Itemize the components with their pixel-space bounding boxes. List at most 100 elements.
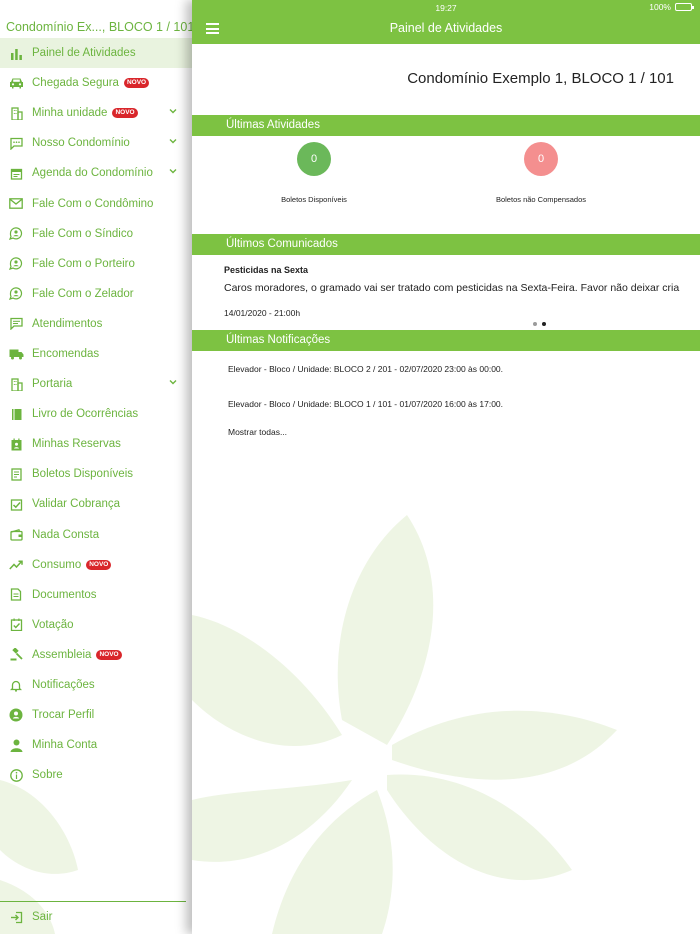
navigation-drawer: Condomínio Ex..., BLOCO 1 / 101 Painel d… xyxy=(0,0,192,934)
document-icon xyxy=(8,587,24,603)
menu-item-nada-consta[interactable]: Nada Consta xyxy=(0,520,192,550)
menu-item-label: Validar Cobrança xyxy=(32,498,121,511)
wallet-icon xyxy=(8,527,24,543)
battery-percent: 100% xyxy=(649,2,671,12)
status-time: 19:27 xyxy=(435,3,457,13)
stat-label: Boletos não Compensados xyxy=(495,195,587,204)
menu-item-label: Assembleia xyxy=(32,648,92,661)
menu-item-label: Portaria xyxy=(32,378,73,391)
menu-item-label: Fale Com o Condômino xyxy=(32,197,154,210)
section-header-activities: Últimas Atividades xyxy=(192,115,700,136)
menu-item-label: Nada Consta xyxy=(32,528,100,541)
main-panel: 19:27 100% Painel de Atividades Condomín… xyxy=(192,0,700,934)
menu-item-fale-com-o-condomino[interactable]: Fale Com o Condômino xyxy=(0,188,192,218)
menu-item-label: Chegada Segura xyxy=(32,77,119,90)
menu-item-minhas-reservas[interactable]: Minhas Reservas xyxy=(0,429,192,459)
chart-bars-icon xyxy=(8,45,24,61)
chevron-down-icon[interactable] xyxy=(168,377,178,387)
menu-item-label: Notificações xyxy=(32,679,95,692)
menu-item-minha-conta[interactable]: Minha Conta xyxy=(0,730,192,760)
stat-value-circle: 0 xyxy=(524,142,558,176)
flower-watermark xyxy=(192,515,617,934)
page-dot[interactable] xyxy=(533,322,537,326)
new-badge: NOVO xyxy=(123,78,150,89)
chevron-down-icon[interactable] xyxy=(168,106,178,116)
info-icon xyxy=(8,767,24,783)
menu-item-assembleia[interactable]: Assembleia NOVO xyxy=(0,640,192,670)
stat-boletos-disponiveis[interactable]: 0 Boletos Disponíveis xyxy=(244,142,384,204)
menu-item-votacao[interactable]: Votação xyxy=(0,610,192,640)
calendar-person-icon xyxy=(8,436,24,452)
notice-title: Pesticidas na Sexta xyxy=(224,265,309,275)
menu-item-validar-cobranca[interactable]: Validar Cobrança xyxy=(0,489,192,519)
menu-item-atendimentos[interactable]: Atendimentos xyxy=(0,309,192,339)
menu-item-portaria[interactable]: Portaria xyxy=(0,369,192,399)
menu-item-sobre[interactable]: Sobre xyxy=(0,760,192,790)
menu-item-documentos[interactable]: Documentos xyxy=(0,580,192,610)
stat-boletos-nao-compensados[interactable]: 0 Boletos não Compensados xyxy=(471,142,611,204)
menu-item-fale-com-o-sindico[interactable]: Fale Com o Síndico xyxy=(0,219,192,249)
truck-icon xyxy=(8,346,24,362)
menu-item-painel-de-atividades[interactable]: Painel de Atividades xyxy=(0,38,192,69)
stat-value-circle: 0 xyxy=(297,142,331,176)
menu-item-label: Trocar Perfil xyxy=(32,709,95,722)
logout-button[interactable]: Sair xyxy=(8,907,52,927)
chevron-down-icon[interactable] xyxy=(168,166,178,176)
menu-item-label: Sobre xyxy=(32,769,63,782)
menu-item-label: Boletos Disponíveis xyxy=(32,468,133,481)
list-bubble-icon xyxy=(8,316,24,332)
menu-item-notificacoes[interactable]: Notificações xyxy=(0,670,192,700)
bell-icon xyxy=(8,677,24,693)
book-icon xyxy=(8,406,24,422)
top-app-bar: 19:27 100% Painel de Atividades xyxy=(192,0,700,44)
page-indicator[interactable] xyxy=(533,322,551,326)
notice-body: Caros moradores, o gramado vai ser trata… xyxy=(224,282,680,294)
menu-item-chegada-segura[interactable]: Chegada Segura NOVO xyxy=(0,68,192,98)
page-title: Painel de Atividades xyxy=(389,21,503,35)
menu-item-boletos-disponiveis[interactable]: Boletos Disponíveis xyxy=(0,459,192,489)
person-talk-icon xyxy=(8,286,24,302)
profile-switch-icon xyxy=(8,707,24,723)
menu-item-agenda-do-condominio[interactable]: Agenda do Condomínio xyxy=(0,158,192,188)
divider xyxy=(0,901,186,902)
gavel-icon xyxy=(8,647,24,663)
menu-item-label: Fale Com o Síndico xyxy=(32,227,133,240)
new-badge: NOVO xyxy=(112,108,138,119)
notification-item[interactable]: Elevador - Bloco / Unidade: BLOCO 1 / 10… xyxy=(228,399,503,409)
menu-item-label: Votação xyxy=(32,618,74,631)
menu-item-fale-com-o-porteiro[interactable]: Fale Com o Porteiro xyxy=(0,249,192,279)
menu-item-livro-de-ocorrencias[interactable]: Livro de Ocorrências xyxy=(0,399,192,429)
menu-item-trocar-perfil[interactable]: Trocar Perfil xyxy=(0,700,192,730)
receipt-icon xyxy=(8,466,24,482)
menu-item-label: Consumo xyxy=(32,558,82,571)
unit-name: Condomínio Exemplo 1, BLOCO 1 / 101 xyxy=(407,70,674,87)
menu-item-encomendas[interactable]: Encomendas xyxy=(0,339,192,369)
menu-item-label: Livro de Ocorrências xyxy=(32,408,139,421)
chat-bubble-icon xyxy=(8,135,24,151)
menu-item-minha-unidade[interactable]: Minha unidade NOVO xyxy=(0,98,192,128)
logout-icon xyxy=(8,909,24,925)
drawer-header-unit: Condomínio Ex..., BLOCO 1 / 101 xyxy=(6,20,192,34)
menu-item-label: Fale Com o Porteiro xyxy=(32,257,135,270)
menu-item-consumo[interactable]: Consumo NOVO xyxy=(0,550,192,580)
person-talk-icon xyxy=(8,256,24,272)
battery-icon xyxy=(675,3,694,11)
menu-item-label: Painel de Atividades xyxy=(32,47,136,60)
envelope-icon xyxy=(8,196,24,212)
notification-item[interactable]: Elevador - Bloco / Unidade: BLOCO 2 / 20… xyxy=(228,364,503,374)
person-icon xyxy=(8,737,24,753)
menu-item-nosso-condominio[interactable]: Nosso Condomínio xyxy=(0,128,192,158)
menu-item-label: Documentos xyxy=(32,588,97,601)
building-icon xyxy=(8,376,24,392)
check-money-icon xyxy=(8,496,24,512)
menu-item-label: Encomendas xyxy=(32,347,100,360)
page-dot-active[interactable] xyxy=(542,322,546,326)
menu-item-label: Nosso Condomínio xyxy=(32,137,130,150)
calendar-check-icon xyxy=(8,617,24,633)
chevron-down-icon[interactable] xyxy=(168,136,178,146)
menu-item-fale-com-o-zelador[interactable]: Fale Com o Zelador xyxy=(0,279,192,309)
section-header-notices: Últimos Comunicados xyxy=(192,234,700,255)
menu-item-label: Fale Com o Zelador xyxy=(32,287,134,300)
show-all-link[interactable]: Mostrar todas... xyxy=(228,427,287,437)
calendar-icon xyxy=(8,165,24,181)
